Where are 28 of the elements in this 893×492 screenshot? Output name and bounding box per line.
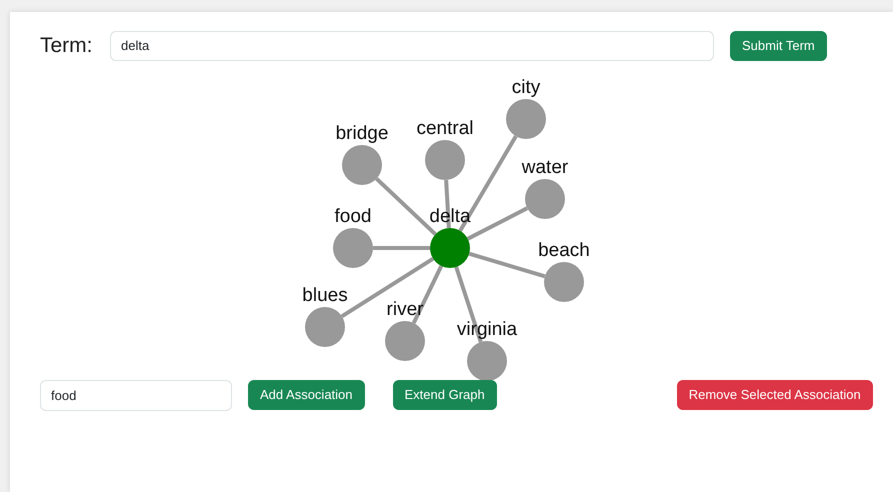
graph-node[interactable] — [385, 320, 425, 360]
node-label: food — [334, 206, 372, 226]
node-label: blues — [302, 284, 348, 306]
association-input[interactable]: food — [40, 380, 232, 410]
node-label: virginia — [456, 318, 518, 340]
graph-node[interactable] — [525, 178, 565, 218]
node-label: central — [416, 118, 474, 138]
submit-term-button[interactable]: Submit Term — [730, 30, 827, 61]
graph-node[interactable] — [430, 228, 470, 268]
node-label: beach — [538, 240, 590, 260]
graph-node[interactable] — [506, 98, 546, 138]
node-label: bridge — [336, 122, 388, 144]
action-button[interactable]: Add Association — [248, 380, 365, 410]
remove-button[interactable]: Remove Selected Association — [676, 380, 873, 410]
graph-node[interactable] — [544, 262, 584, 302]
graph-node[interactable] — [333, 228, 373, 268]
graph-node[interactable] — [467, 340, 507, 380]
action-button[interactable]: Extend Graph — [392, 380, 497, 410]
node-label: city — [512, 76, 540, 98]
graph-node[interactable] — [305, 306, 345, 346]
edge-line — [373, 246, 430, 250]
term-input[interactable]: delta — [110, 30, 714, 61]
graph-node[interactable] — [425, 140, 465, 180]
node-label: river — [386, 298, 424, 320]
node-label: water — [522, 156, 568, 178]
graph-node[interactable] — [342, 144, 382, 184]
node-label: delta — [429, 206, 471, 226]
term-label: Term: — [40, 33, 94, 59]
